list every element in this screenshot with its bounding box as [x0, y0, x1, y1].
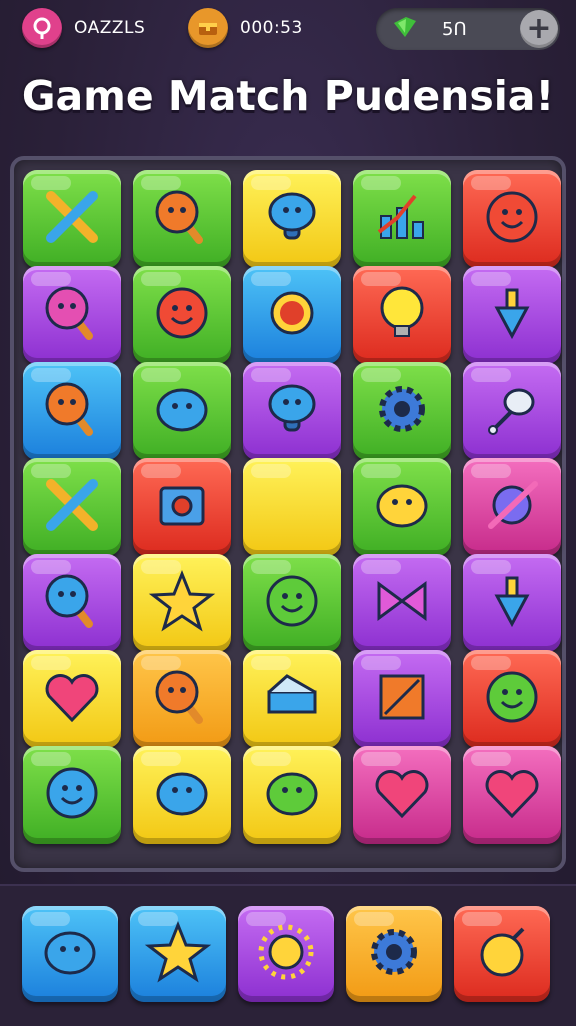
currency-pill: 5Ո + [376, 8, 560, 50]
board-tile[interactable] [353, 554, 451, 652]
timer-label: 000:53 [240, 18, 303, 38]
gear-icon [367, 374, 437, 448]
crossed-swords-icon [37, 470, 107, 544]
board-tile[interactable] [353, 650, 451, 748]
board-tile[interactable] [23, 362, 121, 460]
profile-label: OAZZLS [74, 18, 146, 38]
board-tile[interactable] [133, 746, 231, 844]
board-tile[interactable] [353, 266, 451, 364]
speech-bubble-icon [35, 917, 105, 991]
green-smiley-icon [477, 662, 547, 736]
board-tile[interactable] [463, 554, 561, 652]
powerup-button[interactable] [238, 906, 334, 1002]
board-tile[interactable] [243, 170, 341, 268]
board-tile[interactable] [133, 554, 231, 652]
board-tile[interactable] [463, 266, 561, 364]
currency-value: 5Ո [442, 18, 467, 40]
profile-badge[interactable]: OAZZLS [22, 8, 145, 48]
blue-mushroom-icon [257, 374, 327, 448]
add-currency-button[interactable]: + [520, 10, 558, 48]
pink-lollipop-icon [37, 278, 107, 352]
smiley-bubble-icon [147, 278, 217, 352]
powerup-button[interactable] [346, 906, 442, 1002]
powerup-button[interactable] [130, 906, 226, 1002]
board-tile[interactable] [353, 746, 451, 844]
spinning-top-icon [477, 278, 547, 352]
board-tile[interactable] [23, 458, 121, 556]
blue-bubble-icon [147, 758, 217, 832]
gear-icon [359, 917, 429, 991]
lamp-icon [477, 374, 547, 448]
red-gem-icon [257, 278, 327, 352]
heart-wand-icon [477, 758, 547, 832]
heart-icon [367, 758, 437, 832]
orange-lollipop-icon [37, 374, 107, 448]
heart-check-icon [37, 662, 107, 736]
board-tile[interactable] [133, 650, 231, 748]
board-tile[interactable] [133, 362, 231, 460]
bar-chart-arrow-icon [367, 182, 437, 256]
board-tile[interactable] [133, 266, 231, 364]
board-tile[interactable] [23, 554, 121, 652]
game-title: Game Match Pudensia! [21, 72, 555, 120]
spinning-top-icon [477, 566, 547, 640]
green-smiley-icon [257, 566, 327, 640]
board-tile[interactable] [463, 170, 561, 268]
orange-lollipop-icon [147, 662, 217, 736]
board-tile[interactable] [353, 458, 451, 556]
board-tile[interactable] [243, 458, 341, 556]
board-tile[interactable] [463, 458, 561, 556]
piano-icon [257, 662, 327, 736]
board-tile[interactable] [243, 650, 341, 748]
powerup-button[interactable] [22, 906, 118, 1002]
planet-arrow-icon [477, 470, 547, 544]
top-bar: OAZZLS 000:53 5Ո + [0, 0, 576, 62]
board-tile[interactable] [23, 170, 121, 268]
blue-smiley-icon [37, 758, 107, 832]
board-tile[interactable] [23, 266, 121, 364]
board-tile[interactable] [133, 458, 231, 556]
blue-blob-icon [147, 374, 217, 448]
timer-badge: 000:53 [188, 8, 303, 48]
board-tile[interactable] [23, 746, 121, 844]
crossed-tools-icon [37, 182, 107, 256]
camera-icon [147, 470, 217, 544]
board-tile[interactable] [463, 746, 561, 844]
square-slash-icon [367, 662, 437, 736]
star-blob-icon [147, 566, 217, 640]
board-tile[interactable] [133, 170, 231, 268]
board-tile[interactable] [243, 362, 341, 460]
board-tile[interactable] [243, 554, 341, 652]
bomb-icon [467, 917, 537, 991]
game-board [10, 156, 566, 872]
board-tile[interactable] [23, 650, 121, 748]
smiley-face-icon [477, 182, 547, 256]
powerup-button[interactable] [454, 906, 550, 1002]
star-icon [143, 917, 213, 991]
board-tile[interactable] [463, 650, 561, 748]
blue-mushroom-icon [257, 182, 327, 256]
sun-face-icon [251, 917, 321, 991]
yellow-blob-icon [367, 470, 437, 544]
board-tile[interactable] [463, 362, 561, 460]
board-tile[interactable] [243, 266, 341, 364]
board-tile[interactable] [243, 746, 341, 844]
board-tile[interactable] [353, 170, 451, 268]
board-tile[interactable] [353, 362, 451, 460]
green-blob-icon [257, 758, 327, 832]
balloon-icon [22, 8, 62, 48]
powerup-bar [0, 884, 576, 1026]
gem-icon [392, 15, 418, 43]
lightbulb-face-icon [367, 278, 437, 352]
treasure-chest-icon [188, 8, 228, 48]
smiley-lollipop-icon [147, 182, 217, 256]
blue-lollipop-icon [37, 566, 107, 640]
bow-icon [367, 566, 437, 640]
